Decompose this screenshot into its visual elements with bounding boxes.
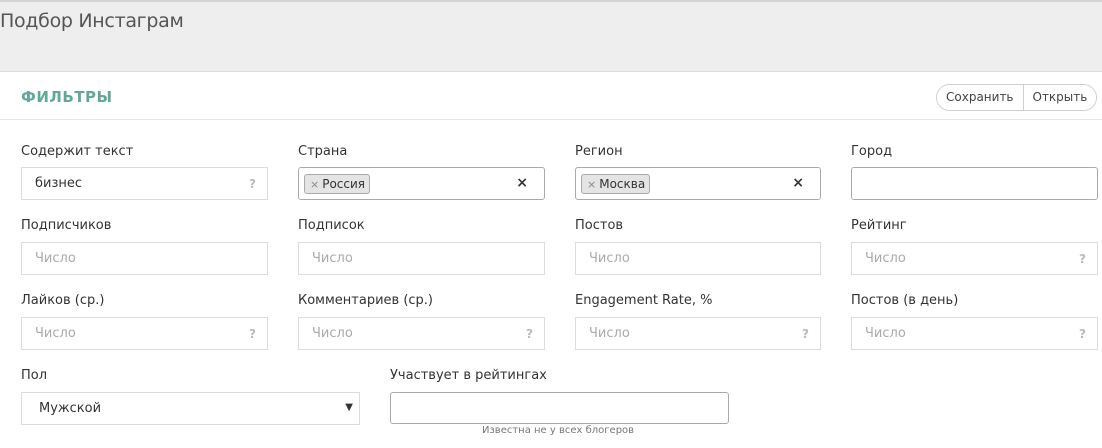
comments-avg-input[interactable]: Число ?	[298, 317, 545, 350]
followers-input[interactable]: Число	[21, 242, 268, 275]
rating-label: Рейтинг	[851, 218, 907, 233]
city-label: Город	[851, 144, 893, 159]
gender-select[interactable]: Мужской ▼	[21, 392, 360, 425]
contains-text-input[interactable]: бизнес ?	[21, 167, 268, 200]
in-ratings-input[interactable]	[390, 392, 729, 424]
in-ratings-hint: Известна не у всех блогеров	[482, 425, 635, 436]
help-icon[interactable]: ?	[802, 327, 809, 341]
help-icon[interactable]: ?	[526, 327, 533, 341]
page-title: Подбор Инстаграм	[0, 10, 184, 32]
contains-text-label: Содержит текст	[21, 144, 134, 159]
region-tag: × Москва	[581, 174, 651, 194]
tag-remove-icon[interactable]: ×	[310, 178, 319, 191]
posts-per-day-label: Постов (в день)	[851, 293, 959, 308]
posts-per-day-input[interactable]: Число ?	[851, 317, 1098, 350]
help-icon[interactable]: ?	[1079, 252, 1086, 266]
likes-avg-placeholder: Число	[35, 326, 76, 341]
posts-label: Постов	[575, 218, 624, 233]
save-open-button-group: Сохранить Открыть	[936, 84, 1098, 111]
chevron-down-icon: ▼	[345, 402, 353, 413]
posts-per-day-placeholder: Число	[865, 326, 906, 341]
region-select[interactable]: × Москва ×	[575, 167, 821, 200]
gender-value: Мужской	[39, 401, 102, 416]
region-label: Регион	[575, 144, 623, 159]
followers-label: Подписчиков	[21, 218, 112, 233]
clear-icon[interactable]: ×	[792, 175, 804, 191]
in-ratings-label: Участвует в рейтингах	[390, 368, 547, 383]
country-label: Страна	[298, 144, 348, 159]
panel-title: ФИЛЬТРЫ	[21, 88, 113, 106]
following-label: Подписок	[298, 218, 365, 233]
country-tag: × Россия	[304, 174, 371, 194]
help-icon[interactable]: ?	[249, 327, 256, 341]
save-button[interactable]: Сохранить	[937, 85, 1023, 110]
posts-placeholder: Число	[589, 251, 630, 266]
followers-placeholder: Число	[35, 251, 76, 266]
likes-avg-label: Лайков (ср.)	[21, 293, 105, 308]
country-select[interactable]: × Россия ×	[298, 167, 545, 200]
posts-input[interactable]: Число	[575, 242, 821, 275]
comments-avg-placeholder: Число	[312, 326, 353, 341]
country-tag-label: Россия	[322, 177, 366, 191]
engagement-input[interactable]: Число ?	[575, 317, 821, 350]
gender-label: Пол	[21, 368, 48, 383]
help-icon[interactable]: ?	[249, 177, 256, 191]
engagement-label: Engagement Rate, %	[575, 293, 713, 308]
comments-avg-label: Комментариев (ср.)	[298, 293, 434, 308]
top-divider	[0, 0, 1102, 2]
city-input[interactable]	[851, 167, 1098, 200]
filters-panel: ФИЛЬТРЫ Сохранить Открыть Содержит текст…	[0, 71, 1102, 448]
tag-remove-icon[interactable]: ×	[587, 178, 596, 191]
region-tag-label: Москва	[599, 177, 646, 191]
help-icon[interactable]: ?	[1079, 327, 1086, 341]
panel-header: ФИЛЬТРЫ Сохранить Открыть	[0, 72, 1102, 120]
contains-text-value: бизнес	[35, 176, 83, 191]
following-placeholder: Число	[312, 251, 353, 266]
open-button[interactable]: Открыть	[1022, 85, 1097, 110]
following-input[interactable]: Число	[298, 242, 545, 275]
likes-avg-input[interactable]: Число ?	[21, 317, 268, 350]
clear-icon[interactable]: ×	[516, 175, 528, 191]
engagement-placeholder: Число	[589, 326, 630, 341]
rating-placeholder: Число	[865, 251, 906, 266]
rating-input[interactable]: Число ?	[851, 242, 1098, 275]
